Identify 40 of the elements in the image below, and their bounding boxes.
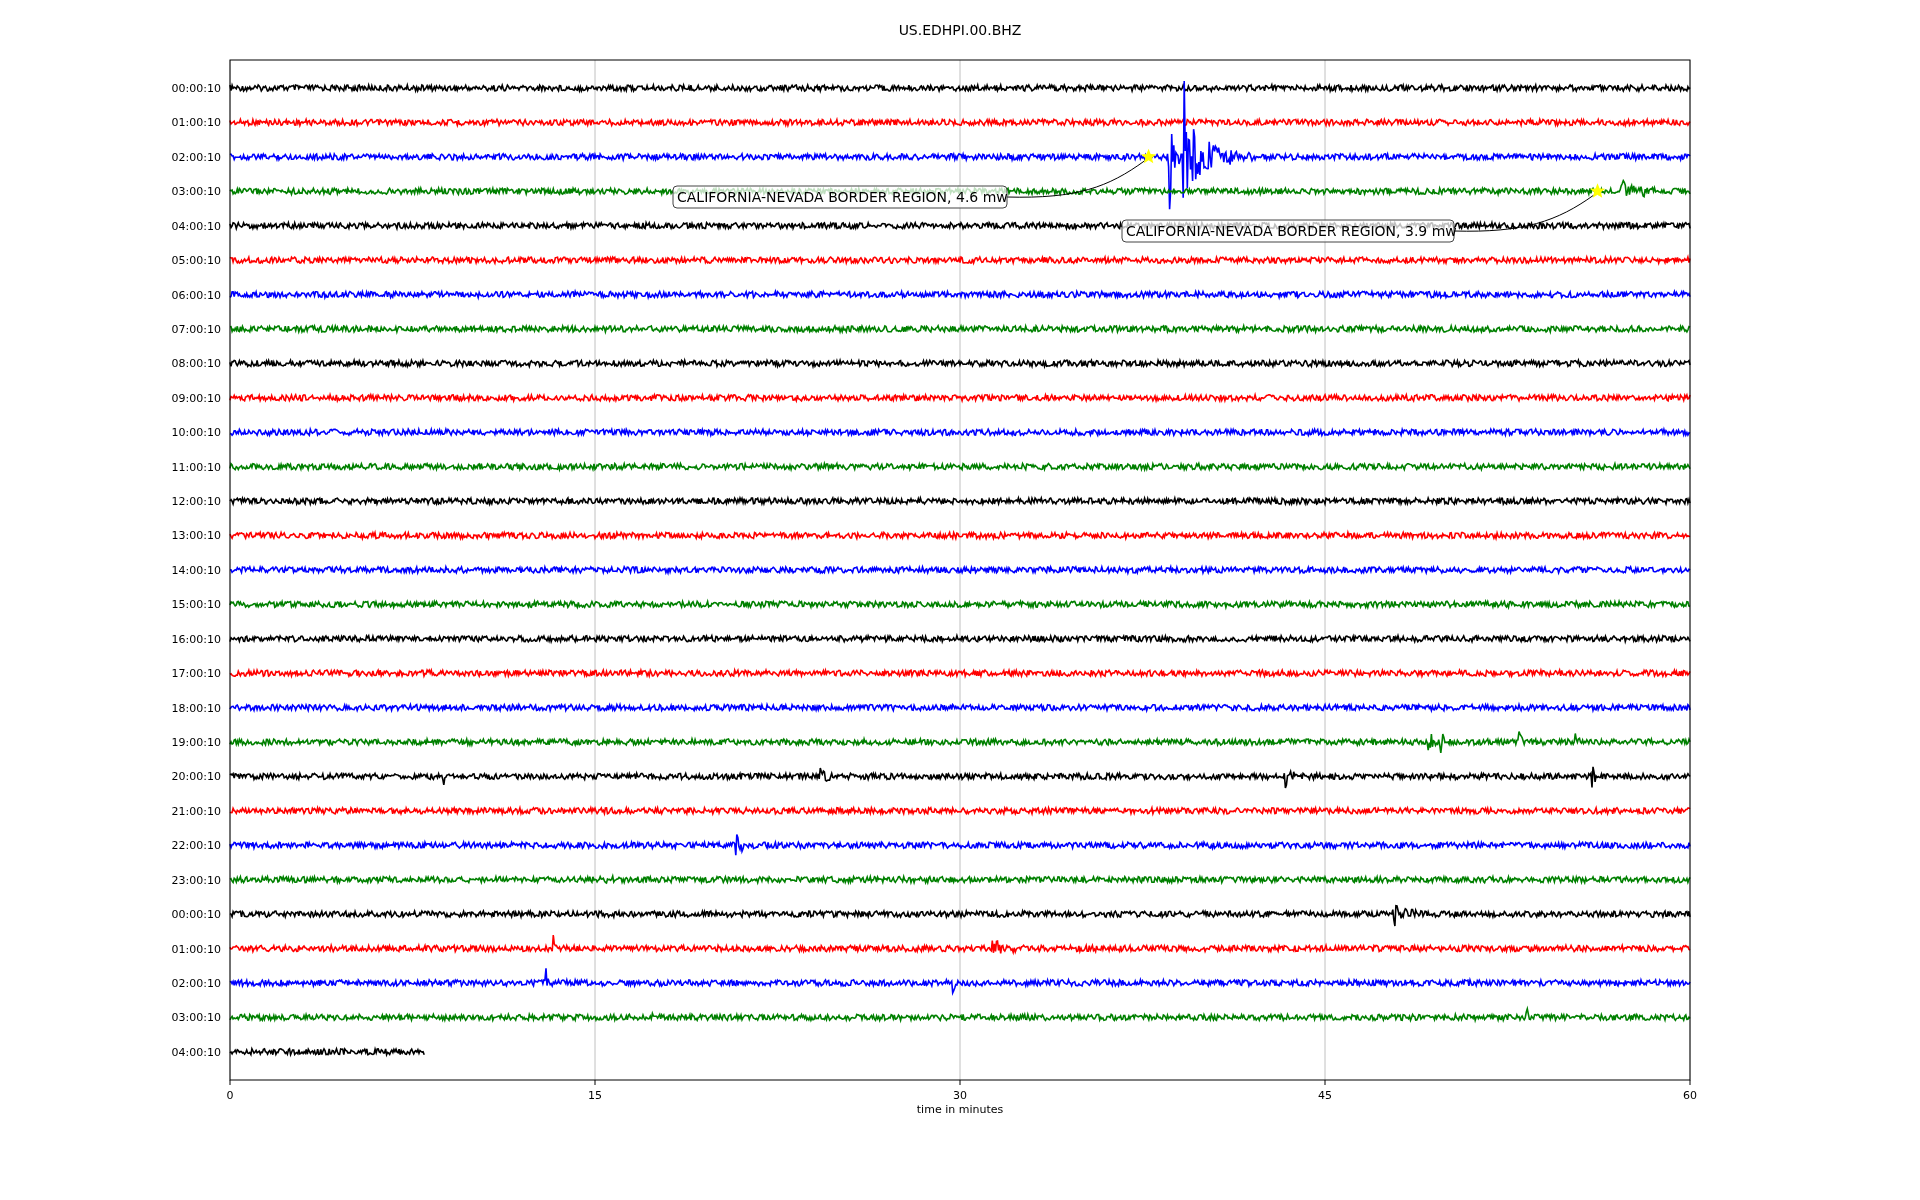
- time-label: 13:00:10: [171, 529, 221, 543]
- star-icon: [1589, 183, 1606, 198]
- tick-label: 30: [953, 1089, 967, 1102]
- time-label: 17:00:10: [171, 667, 221, 681]
- time-label: 14:00:10: [171, 563, 221, 577]
- time-label: 16:00:10: [171, 632, 221, 646]
- chart-title: US.EDHPI.00.BHZ: [898, 22, 1022, 38]
- time-label: 01:00:10: [171, 942, 221, 956]
- time-label: 03:00:10: [171, 1011, 221, 1025]
- time-label: 00:00:10: [171, 82, 221, 95]
- annotation-label: CALIFORNIA-NEVADA BORDER REGION, 3.9 mw: [1121, 219, 1457, 243]
- tick-label: 15: [588, 1089, 602, 1102]
- time-label: 18:00:10: [171, 701, 221, 715]
- time-label: 00:00:10: [171, 908, 221, 922]
- axis-label: time in minutes: [916, 1103, 1004, 1116]
- time-label: 09:00:10: [171, 391, 221, 405]
- time-label: 02:00:10: [171, 150, 221, 164]
- time-label: 02:00:10: [171, 976, 221, 990]
- time-label: 03:00:10: [171, 185, 221, 199]
- tick-label: 0: [226, 1089, 234, 1102]
- time-label: 05:00:10: [171, 254, 221, 268]
- time-label: 15:00:10: [171, 598, 221, 612]
- time-label: 21:00:10: [171, 804, 221, 818]
- time-label: 04:00:10: [171, 219, 221, 233]
- time-label: 06:00:10: [171, 288, 221, 302]
- star-icon: [1141, 148, 1157, 164]
- time-label: 22:00:10: [171, 839, 221, 853]
- time-label: 19:00:10: [171, 736, 221, 749]
- time-label: 23:00:10: [171, 873, 221, 887]
- time-label: 08:00:10: [171, 357, 221, 371]
- time-label: 10:00:10: [171, 426, 221, 440]
- time-label: 04:00:10: [171, 1045, 221, 1059]
- annotation-label: CALIFORNIA-NEVADA BORDER REGION, 4.6 mw: [672, 185, 1008, 209]
- time-label: 20:00:10: [171, 770, 221, 784]
- tick-label: 60: [1683, 1089, 1697, 1102]
- time-label: 07:00:10: [171, 322, 221, 336]
- time-label: 01:00:10: [171, 116, 221, 130]
- time-label: 11:00:10: [171, 460, 221, 474]
- tick-label: 45: [1318, 1089, 1332, 1102]
- time-label: 12:00:10: [171, 495, 221, 509]
